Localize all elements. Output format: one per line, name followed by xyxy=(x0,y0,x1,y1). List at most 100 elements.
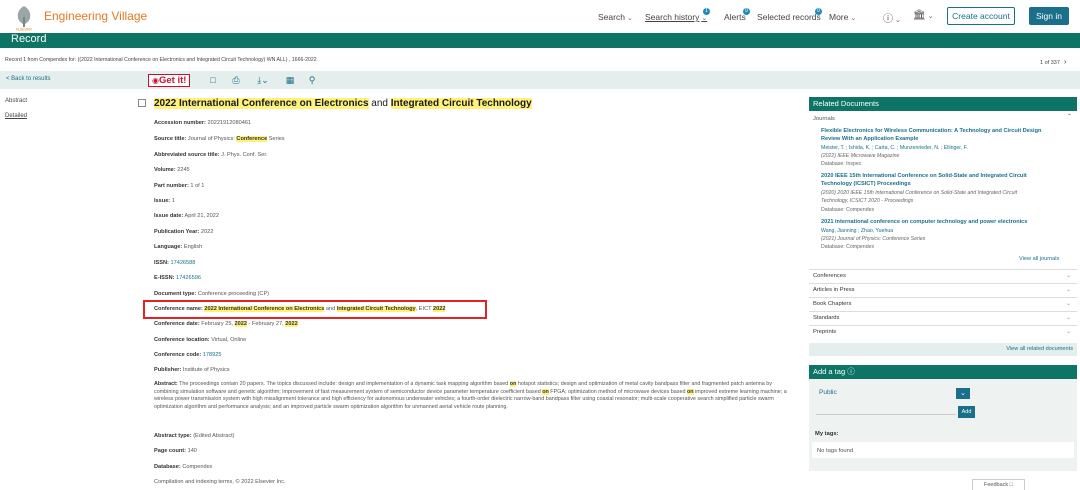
sidenav-detailed[interactable]: Detailed xyxy=(5,113,27,119)
title-part: and xyxy=(368,98,391,109)
field-value: April 21, 2022 xyxy=(184,213,220,219)
field-value: Compendex xyxy=(182,464,213,470)
related-item-title[interactable]: Review With an Application Example xyxy=(821,136,918,142)
section-label: Book Chapters xyxy=(813,301,852,307)
my-tags-label: My tags: xyxy=(815,431,839,437)
field-value: 20221912080461 xyxy=(207,120,252,126)
chevron-up-icon[interactable]: ⌃ xyxy=(1067,114,1072,120)
conference-code-link[interactable]: 178925 xyxy=(203,352,222,358)
institution-icon[interactable]: 🏛 ⌄ xyxy=(913,10,934,21)
brand-name[interactable]: Engineering Village xyxy=(44,9,147,23)
chevron-down-icon: ⌄ xyxy=(626,15,633,22)
field-label: Volume: xyxy=(154,167,176,173)
section-label: Standards xyxy=(813,315,840,321)
field-label: Part number: xyxy=(154,183,189,189)
no-tags-text: No tags found xyxy=(817,448,854,454)
field-value: Virtual, Online xyxy=(211,337,247,343)
related-item-authors[interactable]: Meister, T. ; Ishida, K. ; Carta, C. ; M… xyxy=(821,145,968,151)
search-icon[interactable]: ⚲ xyxy=(306,74,318,86)
related-section-conferences[interactable]: Conferences ⌄ xyxy=(809,269,1077,283)
field-value: 2022 xyxy=(200,229,214,235)
field-publisher: Publisher: Institute of Physics xyxy=(154,367,230,373)
nav-more-label: More xyxy=(829,12,849,22)
get-it-button[interactable]: ◉Get it! xyxy=(148,74,191,87)
related-section-articles-in-press[interactable]: Articles in Press ⌄ xyxy=(809,283,1077,297)
chevron-down-icon: ⌄ xyxy=(701,15,708,22)
save-to-folder-icon[interactable]: ▦ xyxy=(284,74,296,86)
nav-more[interactable]: More ⌄ xyxy=(829,12,856,22)
top-navigation: ELSEVIER Engineering Village Search ⌄ Sea… xyxy=(0,0,1080,33)
add-tag-title: Add a tag xyxy=(813,367,846,376)
feedback-label: Feedback xyxy=(983,482,1009,488)
related-item-source-text: Technology, ICSICT 2020 - Proceedings xyxy=(821,198,914,204)
selected-records-badge: 0 xyxy=(815,8,822,15)
field-label: Database: xyxy=(154,464,181,470)
view-all-related-link[interactable]: View all related documents xyxy=(809,343,1077,356)
field-value: Integrated Circuit Technology xyxy=(336,306,416,312)
issn-link[interactable]: 17426588 xyxy=(170,260,195,266)
nav-selected-records[interactable]: Selected records xyxy=(757,12,821,22)
field-label: Issue date: xyxy=(154,213,184,219)
field-value: Conference proceeding (CP) xyxy=(197,291,270,297)
chevron-down-icon: ⌄ xyxy=(1066,301,1071,307)
chevron-down-icon: ⌄ xyxy=(1066,329,1071,335)
getit-label: Get it! xyxy=(158,75,187,86)
field-conference-date: Conference date: February 25, 2022 - Feb… xyxy=(154,321,298,327)
chevron-down-icon: ⌄ xyxy=(1066,273,1071,279)
add-tag-heading: Add a tag ⓘ xyxy=(809,365,1077,379)
tag-visibility-select[interactable]: Public xyxy=(819,389,837,396)
create-account-button[interactable]: Create account xyxy=(947,7,1015,25)
back-to-results-link[interactable]: < Back to results xyxy=(6,76,51,82)
related-item-source: (2022) IEEE Microwave Magazine xyxy=(821,153,899,159)
field-source-title: Source title: Journal of Physics: Confer… xyxy=(154,136,285,142)
sidenav-abstract[interactable]: Abstract xyxy=(5,98,27,104)
eissn-link[interactable]: 17426596 xyxy=(176,275,201,281)
field-value: 2022 xyxy=(432,306,446,312)
info-icon[interactable]: ⓘ xyxy=(847,367,855,376)
nav-alerts[interactable]: Alerts xyxy=(724,12,746,22)
nav-search[interactable]: Search ⌄ xyxy=(598,12,633,22)
add-tag-button[interactable]: Add xyxy=(958,406,975,418)
related-item-authors[interactable]: Wang, Jianning ; Zhao, Yuehua xyxy=(821,228,893,234)
field-value: - February 27, xyxy=(247,321,286,327)
related-item-title[interactable]: 2020 IEEE 15th International Conference … xyxy=(821,173,1027,179)
chevron-right-icon[interactable]: › xyxy=(1064,57,1067,66)
chevron-down-icon: ⌄ xyxy=(1066,315,1071,321)
page-title: Record xyxy=(11,33,47,45)
copyright-line: Compilation and indexing terms, © 2022 E… xyxy=(154,479,286,485)
print-icon[interactable]: ⎙ xyxy=(230,74,242,86)
chevron-down-icon[interactable]: ⌄ xyxy=(956,388,970,399)
view-all-journals-link[interactable]: View all journals xyxy=(1019,256,1059,262)
field-value: February 25, xyxy=(201,321,235,327)
field-issue: Issue: 1 xyxy=(154,198,175,204)
elsevier-logo-icon[interactable]: ELSEVIER xyxy=(10,3,38,31)
related-item-title[interactable]: 2021 international conference on compute… xyxy=(821,219,1027,225)
related-section-preprints[interactable]: Preprints ⌄ xyxy=(809,325,1077,339)
sign-in-button[interactable]: Sign in xyxy=(1029,7,1069,25)
record-title: 2022 International Conference on Electro… xyxy=(154,98,532,109)
select-record-checkbox[interactable] xyxy=(138,99,146,107)
field-value: and xyxy=(324,306,337,312)
field-abbrev-source: Abbreviated source title: J. Phys. Conf.… xyxy=(154,152,267,158)
chat-icon: □ xyxy=(1009,482,1013,488)
nav-search-label: Search xyxy=(598,12,625,22)
related-section-standards[interactable]: Standards ⌄ xyxy=(809,311,1077,325)
help-icon[interactable]: ⓘ ⌄ xyxy=(883,10,901,25)
field-value: 2245 xyxy=(177,167,190,173)
title-part: Integrated Circuit Technology xyxy=(390,98,532,109)
related-item-source: (2020) 2020 IEEE 15th International Conf… xyxy=(821,190,1017,196)
field-label: Abstract: xyxy=(154,381,178,387)
field-label: Publisher: xyxy=(154,367,182,373)
field-label: E-ISSN: xyxy=(154,275,175,281)
tag-input[interactable] xyxy=(816,414,956,415)
download-icon[interactable]: ⤓⌄ xyxy=(254,74,272,86)
related-item-title[interactable]: Technology (ICSICT) Proceedings xyxy=(821,181,911,187)
feedback-button[interactable]: Feedback □ xyxy=(972,479,1025,490)
abstract-text: on xyxy=(686,388,694,395)
related-item-title[interactable]: Flexible Electronics for Wireless Commun… xyxy=(821,128,1041,134)
related-section-book-chapters[interactable]: Book Chapters ⌄ xyxy=(809,297,1077,311)
comment-icon[interactable]: □ xyxy=(207,74,219,86)
field-part-number: Part number: 1 of 1 xyxy=(154,183,204,189)
related-item-source-text: (2022) IEEE Microwave Magazine xyxy=(821,153,900,159)
nav-search-history[interactable]: Search history ⌄ xyxy=(645,12,707,22)
